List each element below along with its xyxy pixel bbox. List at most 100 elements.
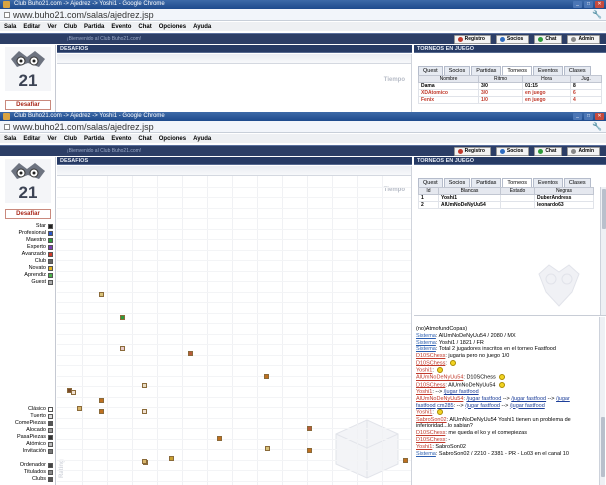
- desafiar-button[interactable]: Desafiar: [5, 209, 51, 219]
- tab-partidas[interactable]: Partidas: [471, 66, 502, 75]
- tab-clases[interactable]: Clases: [563, 178, 591, 187]
- admin-button[interactable]: Admin: [567, 35, 600, 44]
- chat-username[interactable]: D10SChess: [416, 382, 445, 388]
- col-jug[interactable]: Jug.: [570, 75, 602, 83]
- legend-titulados[interactable]: Titulados: [20, 469, 53, 476]
- tab-quest[interactable]: Quest: [418, 66, 443, 75]
- registro-button[interactable]: Registro: [453, 147, 491, 156]
- menu-ver[interactable]: Ver: [47, 24, 56, 30]
- chat-button[interactable]: Chat: [534, 147, 563, 156]
- maximize-icon[interactable]: □: [584, 113, 593, 120]
- menu-partida[interactable]: Partida: [84, 24, 104, 30]
- challenge-marker[interactable]: [67, 388, 72, 393]
- menu-club[interactable]: Club: [64, 24, 77, 30]
- url-text[interactable]: www.buho21.com/salas/ajedrez.jsp: [13, 10, 154, 21]
- challenge-marker[interactable]: [142, 409, 147, 414]
- tab-torneos[interactable]: Torneos: [502, 66, 532, 75]
- menu-ayuda[interactable]: Ayuda: [193, 136, 211, 142]
- menu-opciones[interactable]: Opciones: [159, 136, 186, 142]
- menu-chat[interactable]: Chat: [138, 24, 151, 30]
- menu-ayuda[interactable]: Ayuda: [193, 24, 211, 30]
- tab-socios[interactable]: Socios: [443, 178, 471, 187]
- menu-editar[interactable]: Editar: [23, 24, 40, 30]
- col-hora[interactable]: Hora: [522, 75, 571, 83]
- legend-clasico[interactable]: Clásico: [15, 406, 53, 413]
- challenge-marker[interactable]: [142, 383, 147, 388]
- menu-editar[interactable]: Editar: [23, 136, 40, 142]
- challenge-marker[interactable]: [99, 292, 104, 297]
- chat-command-link[interactable]: /jugar fastfood: [510, 403, 545, 409]
- tab-eventos[interactable]: Eventos: [532, 66, 563, 75]
- menu-sala[interactable]: Sala: [4, 24, 16, 30]
- legend-experto[interactable]: Experto: [18, 244, 53, 251]
- wrench-icon[interactable]: 🔧: [592, 10, 602, 20]
- chat-command-link[interactable]: /jugar fastfood: [444, 389, 479, 395]
- col-ritmo[interactable]: Ritmo: [478, 75, 523, 83]
- close-icon[interactable]: ✕: [595, 113, 604, 120]
- tab-quest[interactable]: Quest: [418, 178, 443, 187]
- challenge-marker[interactable]: [264, 374, 269, 379]
- legend-novato[interactable]: Novato: [18, 265, 53, 272]
- chat-username[interactable]: Yoshi1: [416, 389, 432, 395]
- table-row[interactable]: XDAtomico 3/0 en juego 6: [418, 89, 602, 97]
- menu-sala[interactable]: Sala: [4, 136, 16, 142]
- menu-ver[interactable]: Ver: [47, 136, 56, 142]
- admin-button[interactable]: Admin: [567, 147, 600, 156]
- address-bar[interactable]: www.buho21.com/salas/ajedrez.jsp 🔧: [0, 9, 606, 21]
- menu-opciones[interactable]: Opciones: [159, 24, 186, 30]
- minimize-icon[interactable]: _: [573, 1, 582, 8]
- legend-comepiezas[interactable]: ComePiezas: [15, 420, 53, 427]
- tab-partidas[interactable]: Partidas: [471, 178, 502, 187]
- socios-button[interactable]: Socios: [495, 147, 530, 156]
- legend-atomico[interactable]: Atómico: [15, 441, 53, 448]
- legend-tuerto[interactable]: Tuerto: [15, 413, 53, 420]
- table-scrollbar[interactable]: [600, 187, 606, 315]
- challenge-marker[interactable]: [142, 459, 147, 464]
- chat-username[interactable]: Yoshi1: [416, 410, 432, 416]
- challenge-marker[interactable]: [265, 446, 270, 451]
- challenge-marker[interactable]: [99, 398, 104, 403]
- chat-command-link[interactable]: fastfood: [416, 403, 436, 409]
- legend-aprendiz[interactable]: Aprendiz: [18, 272, 53, 279]
- col-negras[interactable]: Negras: [534, 187, 594, 195]
- menu-evento[interactable]: Evento: [111, 136, 131, 142]
- tab-eventos[interactable]: Eventos: [532, 178, 563, 187]
- chat-scrollbar[interactable]: [599, 317, 605, 485]
- tab-socios[interactable]: Socios: [443, 66, 471, 75]
- tab-clases[interactable]: Clases: [563, 66, 591, 75]
- table-row[interactable]: 2 AlUmNoDeNyUu54 leonardo63: [418, 201, 594, 209]
- col-nombre[interactable]: Nombre: [418, 75, 479, 83]
- menu-club[interactable]: Club: [64, 136, 77, 142]
- chat-username[interactable]: Yoshi1: [416, 444, 432, 450]
- chat-username[interactable]: SabroSon02: [416, 417, 447, 423]
- menu-chat[interactable]: Chat: [138, 136, 151, 142]
- chat-username[interactable]: AlUmNoDeNyUu54: [416, 375, 463, 381]
- challenge-marker[interactable]: [169, 456, 174, 461]
- chat-command-link[interactable]: cm285: [437, 403, 454, 409]
- legend-club[interactable]: Club: [18, 258, 53, 265]
- legend-ordenador[interactable]: Ordenador: [20, 462, 53, 469]
- scroll-thumb[interactable]: [601, 417, 605, 477]
- col-blancas[interactable]: Blancas: [438, 187, 501, 195]
- legend-profesional[interactable]: Profesional: [18, 230, 53, 237]
- chat-username[interactable]: D10SChess: [416, 437, 445, 443]
- desafiar-button[interactable]: Desafiar: [5, 100, 51, 110]
- socios-button[interactable]: Socios: [495, 35, 530, 44]
- legend-pasapiezas[interactable]: PasaPiezas: [15, 434, 53, 441]
- address-bar[interactable]: www.buho21.com/salas/ajedrez.jsp 🔧: [0, 121, 606, 133]
- challenge-marker[interactable]: [120, 346, 125, 351]
- challenge-marker[interactable]: [307, 448, 312, 453]
- legend-maestro[interactable]: Maestro: [18, 237, 53, 244]
- maximize-icon[interactable]: □: [584, 1, 593, 8]
- legend-star[interactable]: Star: [18, 223, 53, 230]
- tab-torneos[interactable]: Torneos: [502, 178, 532, 187]
- chat-username[interactable]: D10SChess: [416, 353, 445, 359]
- challenge-marker[interactable]: [217, 436, 222, 441]
- menu-evento[interactable]: Evento: [111, 24, 131, 30]
- challenge-marker[interactable]: [188, 351, 193, 356]
- minimize-icon[interactable]: _: [573, 113, 582, 120]
- url-text[interactable]: www.buho21.com/salas/ajedrez.jsp: [13, 122, 154, 133]
- scroll-thumb[interactable]: [602, 189, 606, 229]
- chat-username[interactable]: AlUmNoDeNyUu54: [416, 396, 463, 402]
- chat-username[interactable]: D10SChess: [416, 360, 445, 366]
